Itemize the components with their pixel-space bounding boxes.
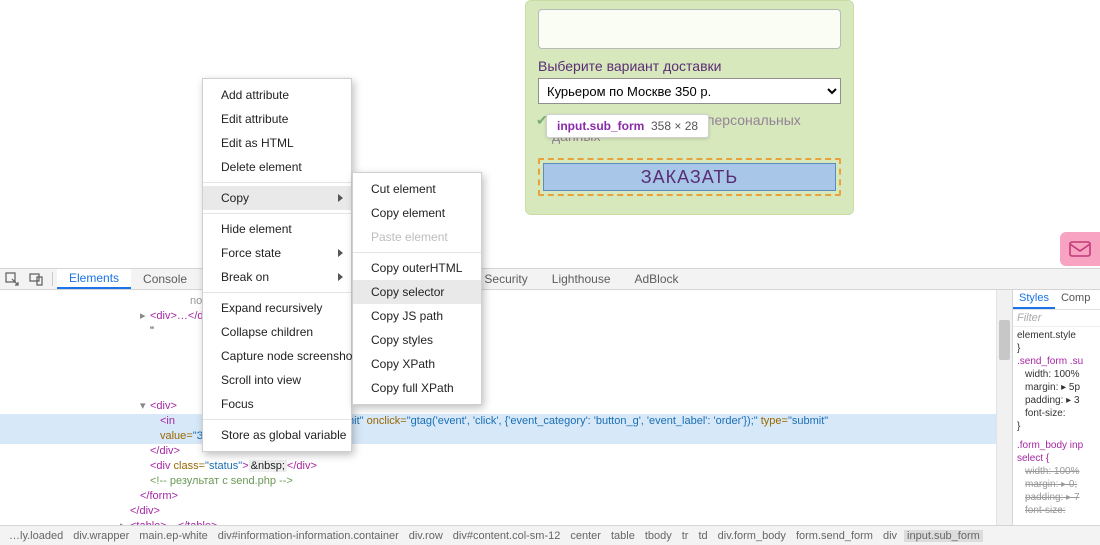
scrollbar-thumb[interactable]: [999, 320, 1010, 360]
ctx2-copy-js-path[interactable]: Copy JS path: [353, 304, 481, 328]
ctx-collapse-children[interactable]: Collapse children: [203, 320, 351, 344]
submit-button[interactable]: [543, 163, 836, 191]
ctx-edit-attribute[interactable]: Edit attribute: [203, 107, 351, 131]
ctx2-copy-element[interactable]: Copy element: [353, 201, 481, 225]
ctx-store-global[interactable]: Store as global variable: [203, 423, 351, 447]
ctx-break-on[interactable]: Break on: [203, 265, 351, 289]
styles-rules[interactable]: element.style } .send_form .su width: 10…: [1013, 327, 1100, 519]
dom-line[interactable]: <div class="status">&nbsp;</div>: [100, 459, 1012, 474]
ctx-delete-element[interactable]: Delete element: [203, 155, 351, 179]
dom-line[interactable]: <!-- результат с send.php -->: [100, 474, 1012, 489]
feedback-mail-button[interactable]: [1060, 232, 1100, 266]
ctx-scroll-into-view[interactable]: Scroll into view: [203, 368, 351, 392]
context-menu-element: Add attribute Edit attribute Edit as HTM…: [202, 78, 352, 452]
ctx-separator: [353, 252, 481, 253]
styles-tab-computed[interactable]: Comp: [1055, 290, 1096, 309]
ctx-force-state[interactable]: Force state: [203, 241, 351, 265]
crumb-item[interactable]: main.ep-white: [136, 530, 210, 542]
dom-line[interactable]: </div>: [100, 504, 1012, 519]
crumb-item[interactable]: table: [608, 530, 638, 542]
order-form: Выберите вариант доставки Курьером по Мо…: [525, 0, 854, 215]
comment-textarea[interactable]: [538, 9, 841, 49]
crumb-item[interactable]: div.row: [406, 530, 446, 542]
ctx-separator: [203, 182, 351, 183]
styles-tab-styles[interactable]: Styles: [1013, 290, 1055, 309]
ctx2-copy-selector[interactable]: Copy selector: [353, 280, 481, 304]
ctx2-paste-element: Paste element: [353, 225, 481, 249]
context-menu-copy: Cut element Copy element Paste element C…: [352, 172, 482, 405]
devtools-tab-adblock[interactable]: AdBlock: [623, 269, 691, 289]
tooltip-selector: input.sub_form: [557, 119, 644, 133]
ctx-expand-recursively[interactable]: Expand recursively: [203, 296, 351, 320]
device-toolbar-icon[interactable]: [24, 272, 48, 286]
devtools-tab-security[interactable]: Security: [472, 269, 539, 289]
ctx-add-attribute[interactable]: Add attribute: [203, 83, 351, 107]
styles-panel: Styles Comp Filter element.style } .send…: [1012, 290, 1100, 525]
dom-line-selected[interactable]: value="ЗАКАЗАТЬ" == $0: [0, 429, 996, 444]
crumb-item-active[interactable]: input.sub_form: [904, 530, 983, 542]
crumb-item[interactable]: form.send_form: [793, 530, 876, 542]
devtools-tab-console[interactable]: Console: [131, 269, 199, 289]
crumb-item[interactable]: div#content.col-sm-12: [450, 530, 564, 542]
crumb-item[interactable]: tbody: [642, 530, 675, 542]
devtools-tab-lighthouse[interactable]: Lighthouse: [540, 269, 623, 289]
ctx-separator: [203, 292, 351, 293]
submit-inspect-highlight: [538, 158, 841, 196]
chevron-right-icon: [338, 249, 343, 257]
ctx-separator: [203, 419, 351, 420]
crumb-item[interactable]: div: [880, 530, 900, 542]
styles-filter-input[interactable]: Filter: [1013, 310, 1100, 327]
divider: [52, 272, 53, 286]
ctx2-copy-full-xpath[interactable]: Copy full XPath: [353, 376, 481, 400]
crumb-item[interactable]: tr: [679, 530, 692, 542]
crumb-item[interactable]: div#information-information.container: [215, 530, 402, 542]
ctx-copy[interactable]: Copy: [203, 186, 351, 210]
ctx2-copy-styles[interactable]: Copy styles: [353, 328, 481, 352]
ctx-separator: [203, 213, 351, 214]
crumb-item[interactable]: center: [567, 530, 604, 542]
ctx-capture-screenshot[interactable]: Capture node screenshot: [203, 344, 351, 368]
devtools-body: none_ ▸<div>…</div> " ▾<div> <inmit" onc…: [0, 290, 1100, 525]
scrollbar[interactable]: [996, 290, 1012, 525]
chevron-right-icon: [338, 194, 343, 202]
crumb-item[interactable]: div.wrapper: [70, 530, 132, 542]
chevron-right-icon: [338, 273, 343, 281]
crumb-item[interactable]: div.form_body: [715, 530, 789, 542]
ctx-hide-element[interactable]: Hide element: [203, 217, 351, 241]
devtools-tab-elements[interactable]: Elements: [57, 269, 131, 289]
crumb-item[interactable]: …ly.loaded: [6, 530, 66, 542]
devtools-tabbar: Elements Console tion Security Lighthous…: [0, 268, 1100, 290]
ctx-focus[interactable]: Focus: [203, 392, 351, 416]
dom-line[interactable]: </form>: [100, 489, 1012, 504]
dom-tree[interactable]: none_ ▸<div>…</div> " ▾<div> <inmit" onc…: [0, 290, 1012, 525]
ctx2-copy-outerhtml[interactable]: Copy outerHTML: [353, 256, 481, 280]
delivery-select[interactable]: Курьером по Москве 350 р.: [538, 78, 841, 104]
dom-line-selected[interactable]: <inmit" onclick="gtag('event', 'click', …: [0, 414, 996, 429]
crumb-item[interactable]: td: [695, 530, 710, 542]
ctx-edit-as-html[interactable]: Edit as HTML: [203, 131, 351, 155]
inspect-tooltip: input.sub_form 358 × 28: [546, 114, 709, 138]
delivery-label: Выберите вариант доставки: [538, 58, 841, 74]
ctx2-cut-element[interactable]: Cut element: [353, 177, 481, 201]
ctx2-copy-xpath[interactable]: Copy XPath: [353, 352, 481, 376]
mail-icon: [1069, 241, 1091, 257]
inspect-element-icon[interactable]: [0, 272, 24, 286]
tooltip-dimensions: 358 × 28: [651, 119, 698, 133]
dom-breadcrumb[interactable]: …ly.loaded div.wrapper main.ep-white div…: [0, 525, 1100, 545]
